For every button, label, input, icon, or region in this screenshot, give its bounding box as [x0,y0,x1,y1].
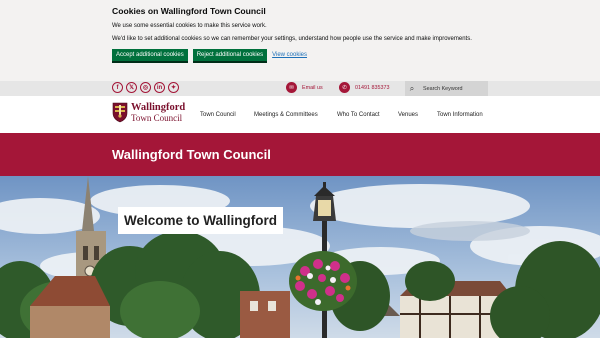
phone-link[interactable]: ✆ 01491 835373 [339,82,389,93]
bluesky-icon[interactable]: ✦ [168,82,179,93]
site-header: Wallingford Town Council Town Council Me… [0,96,600,133]
hero-photo-illustration [0,176,600,338]
nav-item-town-information[interactable]: Town Information [437,112,483,118]
nav-item-town-council[interactable]: Town Council [200,112,236,118]
nav-item-meetings-committees[interactable]: Meetings & Committees [254,112,318,118]
hero-welcome-heading: Welcome to Wallingford [118,207,284,234]
linkedin-icon[interactable]: in [154,82,165,93]
cookie-banner: Cookies on Wallingford Town Council We u… [0,0,600,81]
page-title: Wallingford Town Council [112,147,271,162]
x-twitter-icon[interactable]: 𝕏 [126,82,137,93]
cookie-banner-text-1: We use some essential cookies to make th… [112,23,267,29]
search-box: ⌕ [405,81,488,96]
instagram-icon[interactable]: ◎ [140,82,151,93]
search-icon[interactable]: ⌕ [405,84,419,94]
page-title-band: Wallingford Town Council [0,133,600,176]
utility-bar: f 𝕏 ◎ in ✦ ✉ Email us ✆ 01491 835373 ⌕ [0,81,600,96]
email-label: Email us [302,84,323,91]
cookie-banner-content: Cookies on Wallingford Town Council We u… [112,6,472,61]
logo-line-2: Town Council [131,112,183,123]
cookie-buttons: Accept additional cookies Reject additio… [112,49,472,61]
accept-cookies-button[interactable]: Accept additional cookies [112,49,188,61]
crest-icon [112,102,128,123]
phone-label: 01491 835373 [355,84,390,91]
email-link[interactable]: ✉ Email us [286,82,323,93]
hero-image: Welcome to Wallingford [0,176,600,338]
logo-text: Wallingford Town Council [131,101,186,123]
cookie-banner-title: Cookies on Wallingford Town Council [112,6,266,16]
view-cookies-link[interactable]: View cookies [272,52,307,58]
site-logo[interactable]: Wallingford Town Council [112,102,185,123]
phone-icon: ✆ [339,82,350,93]
cookie-banner-text-2: We'd like to set additional cookies so w… [112,36,472,42]
facebook-icon[interactable]: f [112,82,123,93]
search-input[interactable] [423,85,485,92]
logo-line-1: Wallingford [131,101,186,113]
envelope-icon: ✉ [286,82,297,93]
social-links: f 𝕏 ◎ in ✦ [112,82,182,93]
nav-item-venues[interactable]: Venues [398,112,418,118]
nav-item-who-to-contact[interactable]: Who To Contact [337,112,380,118]
reject-cookies-button[interactable]: Reject additional cookies [192,49,268,61]
